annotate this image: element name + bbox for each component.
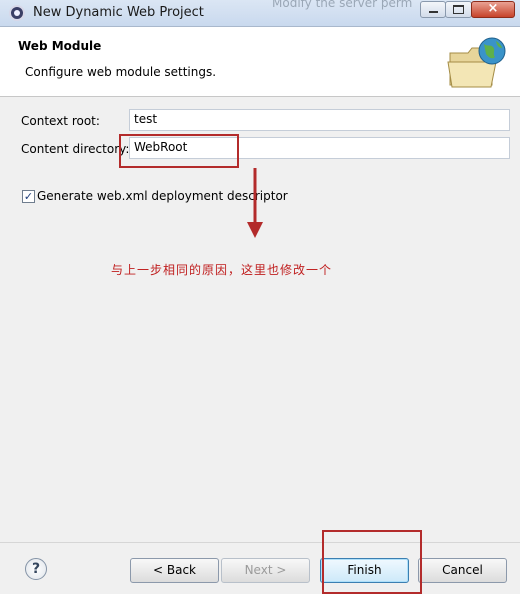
close-icon: × — [487, 1, 499, 16]
annotation-arrow-icon — [247, 168, 263, 238]
generate-descriptor-checkbox[interactable]: ✓ — [22, 190, 35, 203]
page-title: Web Module — [18, 39, 102, 53]
page-description: Configure web module settings. — [25, 65, 217, 79]
context-root-input[interactable]: test — [129, 109, 510, 131]
wizard-header: Web Module Configure web module settings… — [0, 27, 520, 97]
maximize-button[interactable] — [445, 1, 472, 18]
web-project-folder-icon — [447, 37, 506, 88]
title-bar[interactable]: New Dynamic Web Project Modify the serve… — [0, 0, 520, 27]
help-button[interactable]: ? — [25, 558, 47, 580]
back-button[interactable]: < Back — [130, 558, 219, 583]
cancel-button[interactable]: Cancel — [418, 558, 507, 583]
minimize-icon — [429, 11, 438, 13]
annotation-highlight-webroot — [119, 134, 239, 168]
background-window-text: Modify the server perm — [272, 0, 413, 10]
button-bar-separator — [0, 542, 520, 543]
minimize-button[interactable] — [420, 1, 446, 18]
maximize-icon — [453, 5, 464, 14]
dialog-window: New Dynamic Web Project Modify the serve… — [0, 0, 520, 594]
annotation-highlight-finish — [322, 530, 422, 594]
context-root-label: Context root: — [21, 114, 100, 128]
eclipse-icon — [9, 5, 25, 21]
window-title: New Dynamic Web Project — [33, 5, 204, 20]
annotation-note: 与上一步相同的原因，这里也修改一个 — [111, 263, 333, 277]
content-directory-label: Content directory: — [21, 142, 130, 156]
next-button[interactable]: Next > — [221, 558, 310, 583]
close-button[interactable]: × — [471, 1, 515, 18]
